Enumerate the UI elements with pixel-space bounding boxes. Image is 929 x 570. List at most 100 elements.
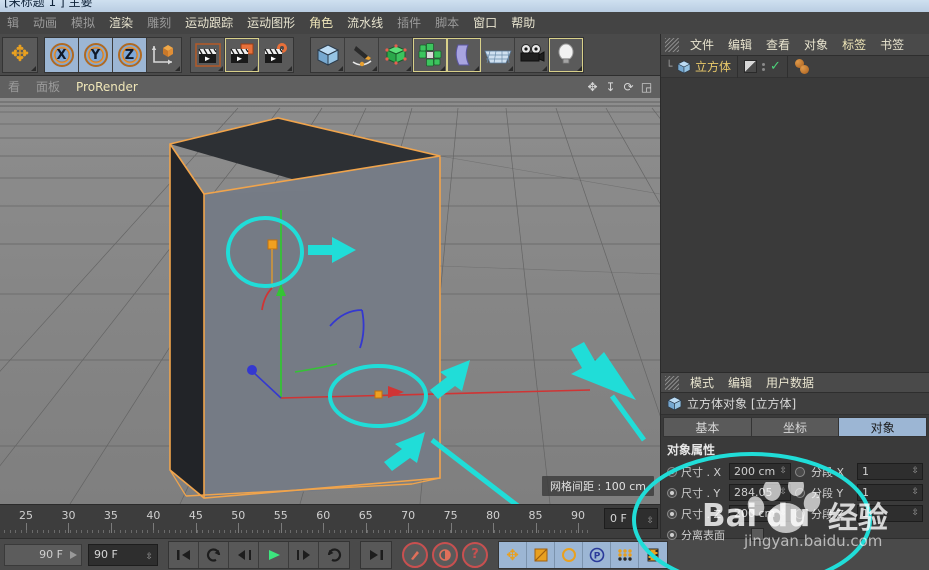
om-menu-item-4[interactable]: 标签 <box>835 34 873 56</box>
autokeying-button[interactable] <box>432 541 458 568</box>
menu-item-0[interactable]: 辑 <box>0 12 26 34</box>
preview-range-field[interactable]: 90 F <box>4 543 82 566</box>
render-to-picture-viewer-button[interactable] <box>225 38 259 72</box>
rotate-icon[interactable]: ⟳ <box>621 80 636 95</box>
om-menu-item-3[interactable]: 对象 <box>797 34 835 56</box>
phong-tag-icon[interactable] <box>794 58 814 75</box>
maximize-icon[interactable]: ◲ <box>639 80 654 95</box>
camera-button[interactable] <box>515 38 549 72</box>
step-back-button[interactable] <box>229 541 259 568</box>
radio-icon[interactable] <box>667 466 677 477</box>
menu-item-10[interactable]: 脚本 <box>428 12 466 34</box>
menu-item-6[interactable]: 运动图形 <box>240 12 302 34</box>
viewport-menu-bar[interactable]: 看 面板 ProRender ✥ ↧ ⟳ ◲ <box>0 76 660 98</box>
tab-coordinates[interactable]: 坐标 <box>750 417 839 437</box>
spinner-icon[interactable]: ⇳ <box>646 512 654 531</box>
enabled-check-icon[interactable]: ✓ <box>770 59 781 74</box>
spinner-icon[interactable]: ⇳ <box>779 464 787 479</box>
spinner-icon[interactable]: ⇳ <box>911 485 919 500</box>
size-x-input[interactable]: 200 cm ⇳ <box>729 463 791 480</box>
om-menu-item-1[interactable]: 编辑 <box>721 34 759 56</box>
timeline-ruler[interactable]: 25 30 35 40 45 50 55 60 65 70 75 80 85 90 <box>0 504 660 538</box>
radio-icon[interactable] <box>667 487 677 498</box>
menu-item-5[interactable]: 运动跟踪 <box>178 12 240 34</box>
drag-handle-icon[interactable] <box>665 37 679 52</box>
object-manager-menu[interactable]: 文件 编辑 查看 对象 标签 书签 <box>661 34 929 56</box>
axis-z-button[interactable]: Z <box>113 38 147 72</box>
radio-icon[interactable] <box>667 508 677 519</box>
3d-viewport[interactable]: 网格间距 : 100 cm <box>0 98 660 504</box>
world-object-coord-button[interactable] <box>147 38 181 72</box>
goto-end-button[interactable] <box>361 541 391 568</box>
menu-item-11[interactable]: 窗口 <box>466 12 504 34</box>
axis-y-button[interactable]: Y <box>79 38 113 72</box>
array-object-button[interactable] <box>413 38 447 72</box>
tab-object[interactable]: 对象 <box>838 417 928 437</box>
display-tag-icon[interactable] <box>744 60 758 73</box>
viewport-menu-view[interactable]: 看 <box>0 76 28 98</box>
bend-deformer-button[interactable] <box>447 38 481 72</box>
table-row[interactable]: └ 立方体 ✓ <box>661 55 929 78</box>
scale-key-button[interactable] <box>527 541 555 568</box>
radio-icon[interactable] <box>795 466 805 477</box>
om-menu-item-0[interactable]: 文件 <box>683 34 721 56</box>
separate-surfaces-checkbox[interactable] <box>751 528 764 541</box>
viewport-menu-prorender[interactable]: ProRender <box>68 76 146 98</box>
am-menu-item-2[interactable]: 用户数据 <box>759 373 821 393</box>
menu-item-4[interactable]: 雕刻 <box>140 12 178 34</box>
axis-x-button[interactable]: X <box>45 38 79 72</box>
tab-basic[interactable]: 基本 <box>663 417 751 437</box>
add-cube-button[interactable] <box>311 38 345 72</box>
menu-item-7[interactable]: 角色 <box>302 12 340 34</box>
document-end-frame-field[interactable]: 90 F ⇳ <box>88 543 158 567</box>
filmstrip-button[interactable] <box>639 542 667 568</box>
goto-start-button[interactable] <box>169 541 199 568</box>
pla-button[interactable] <box>611 541 639 568</box>
menu-item-9[interactable]: 插件 <box>390 12 428 34</box>
object-name[interactable]: 立方体 <box>695 58 731 75</box>
attribute-manager-menu[interactable]: 模式 编辑 用户数据 <box>661 373 929 393</box>
render-settings-button[interactable] <box>259 38 293 72</box>
om-menu-item-2[interactable]: 查看 <box>759 34 797 56</box>
segments-z-input[interactable]: 1 ⇳ <box>857 505 923 522</box>
viewport-menu-panel[interactable]: 面板 <box>28 76 68 98</box>
rotation-key-button[interactable] <box>555 541 583 568</box>
position-key-button[interactable]: ✥ <box>499 541 527 568</box>
pan-icon[interactable]: ✥ <box>585 80 600 95</box>
am-menu-item-1[interactable]: 编辑 <box>721 373 759 393</box>
drag-handle-icon[interactable] <box>665 375 679 390</box>
size-y-input[interactable]: 284.05 cm ⇳ <box>729 484 791 514</box>
size-z-input[interactable]: 200 cm ⇳ <box>729 505 791 522</box>
current-frame-field[interactable]: 0 F ⇳ <box>604 508 658 529</box>
add-spline-button[interactable] <box>345 38 379 72</box>
play-small-icon[interactable] <box>70 550 77 559</box>
parameter-key-button[interactable]: P <box>583 541 611 568</box>
render-view-button[interactable] <box>191 38 225 72</box>
am-menu-item-0[interactable]: 模式 <box>683 373 721 393</box>
segments-y-input[interactable]: 1 ⇳ <box>857 484 923 501</box>
tree-expander[interactable]: └ <box>661 60 677 73</box>
om-menu-item-5[interactable]: 书签 <box>873 34 911 56</box>
spinner-icon[interactable]: ⇳ <box>911 506 919 521</box>
next-key-button[interactable] <box>319 541 349 568</box>
segments-x-input[interactable]: 1 ⇳ <box>857 463 923 480</box>
spinner-icon[interactable]: ⇳ <box>779 506 787 521</box>
radio-icon[interactable] <box>667 529 677 540</box>
menu-item-1[interactable]: 动画 <box>26 12 64 34</box>
zoom-icon[interactable]: ↧ <box>603 80 618 95</box>
attribute-tabs[interactable]: 基本 坐标 对象 <box>663 417 928 437</box>
spinner-icon[interactable]: ⇳ <box>145 547 153 567</box>
menu-item-12[interactable]: 帮助 <box>504 12 542 34</box>
nurbs-group-button[interactable] <box>379 38 413 72</box>
menu-item-3[interactable]: 渲染 <box>102 12 140 34</box>
menu-item-2[interactable]: 模拟 <box>64 12 102 34</box>
keyframe-selection-button[interactable]: ? <box>462 541 488 568</box>
radio-icon[interactable] <box>795 508 805 519</box>
visibility-dots-icon[interactable] <box>762 62 766 71</box>
record-keyframe-button[interactable] <box>402 541 428 568</box>
previous-key-button[interactable] <box>199 541 229 568</box>
move-tool-button[interactable]: ✥ <box>3 38 37 72</box>
menu-item-8[interactable]: 流水线 <box>340 12 390 34</box>
floor-environment-button[interactable] <box>481 38 515 72</box>
spinner-icon[interactable]: ⇳ <box>779 485 787 500</box>
